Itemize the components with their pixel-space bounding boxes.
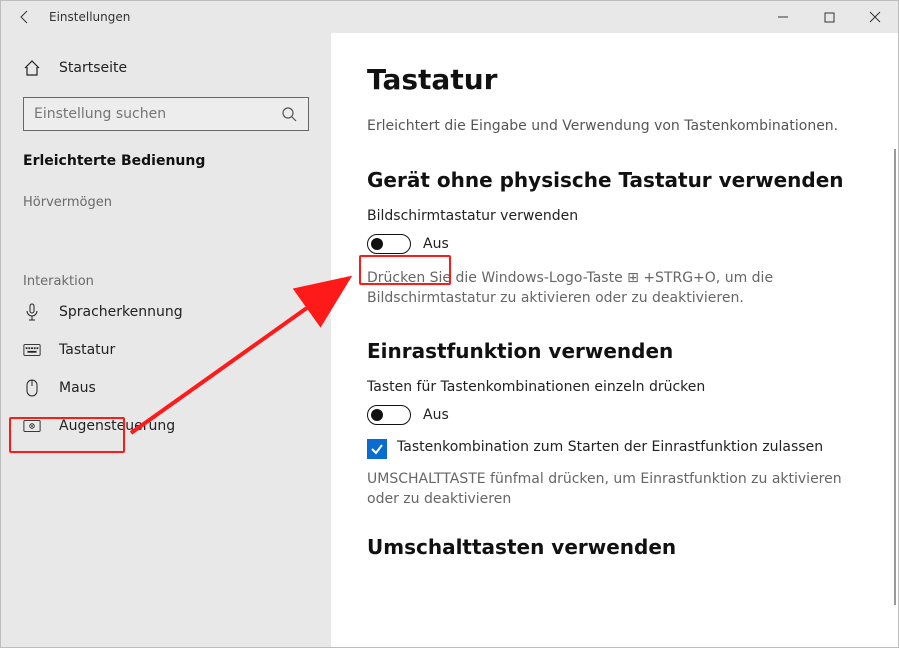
scrollbar[interactable] [894,149,896,605]
maximize-button[interactable] [806,1,852,33]
sidebar-item-captions[interactable]: Untertitel für Hörgeschädigte [1,212,331,240]
window-title: Einstellungen [49,10,130,24]
sidebar-item-keyboard[interactable]: Tastatur [1,331,331,369]
section-heading-sticky-keys: Einrastfunktion verwenden [367,339,858,363]
toggle-sticky-state: Aus [423,407,449,423]
setting-label-osk: Bildschirmtastatur verwenden [367,208,858,224]
sidebar-item-eye-control[interactable]: Augensteuerung [1,407,331,445]
checkbox-sticky-shortcut[interactable] [367,439,387,459]
checkbox-label-sticky: Tastenkombination zum Starten der Einras… [397,439,823,455]
sidebar-item-label: Spracherkennung [59,304,183,320]
desc-osk: Drücken Sie die Windows-Logo-Taste ⊞ +ST… [367,268,847,309]
search-field[interactable] [34,106,280,122]
eye-control-icon [23,417,41,435]
main-content: Tastatur Erleichtert die Eingabe und Ver… [331,33,898,647]
page-title: Tastatur [367,63,858,96]
back-button[interactable] [1,1,49,33]
home-link[interactable]: Startseite [1,49,331,87]
minimize-button[interactable] [760,1,806,33]
toggle-sticky[interactable] [367,405,411,425]
microphone-icon [23,303,41,321]
sidebar: Startseite Erleichterte Bedienung Hörver… [1,33,331,647]
sidebar-item-label: Tastatur [59,342,115,358]
settings-window: Einstellungen Startseite [0,0,899,648]
sidebar-item-mouse[interactable]: Maus [1,369,331,407]
home-icon [23,59,41,77]
group-interaction: Interaktion [1,240,331,293]
home-label: Startseite [59,60,127,76]
search-icon [280,106,298,122]
toggle-osk[interactable] [367,234,411,254]
desc-sticky: UMSCHALTTASTE fünfmal drücken, um Einras… [367,469,847,510]
section-title: Erleichterte Bedienung [1,139,331,175]
section-heading-onscreen-keyboard: Gerät ohne physische Tastatur verwenden [367,168,858,192]
mouse-icon [23,379,41,397]
search-input[interactable] [23,97,309,131]
sidebar-item-label: Augensteuerung [59,418,175,434]
titlebar: Einstellungen [1,1,898,33]
page-subtitle: Erleichtert die Eingabe und Verwendung v… [367,118,858,134]
sidebar-item-speech[interactable]: Spracherkennung [1,293,331,331]
toggle-osk-state: Aus [423,236,449,252]
sidebar-item-label: Maus [59,380,96,396]
setting-label-sticky: Tasten für Tastenkombinationen einzeln d… [367,379,858,395]
keyboard-icon [23,341,41,359]
group-hearing: Hörvermögen [1,175,331,214]
close-button[interactable] [852,1,898,33]
section-heading-toggle-keys: Umschalttasten verwenden [367,535,858,559]
